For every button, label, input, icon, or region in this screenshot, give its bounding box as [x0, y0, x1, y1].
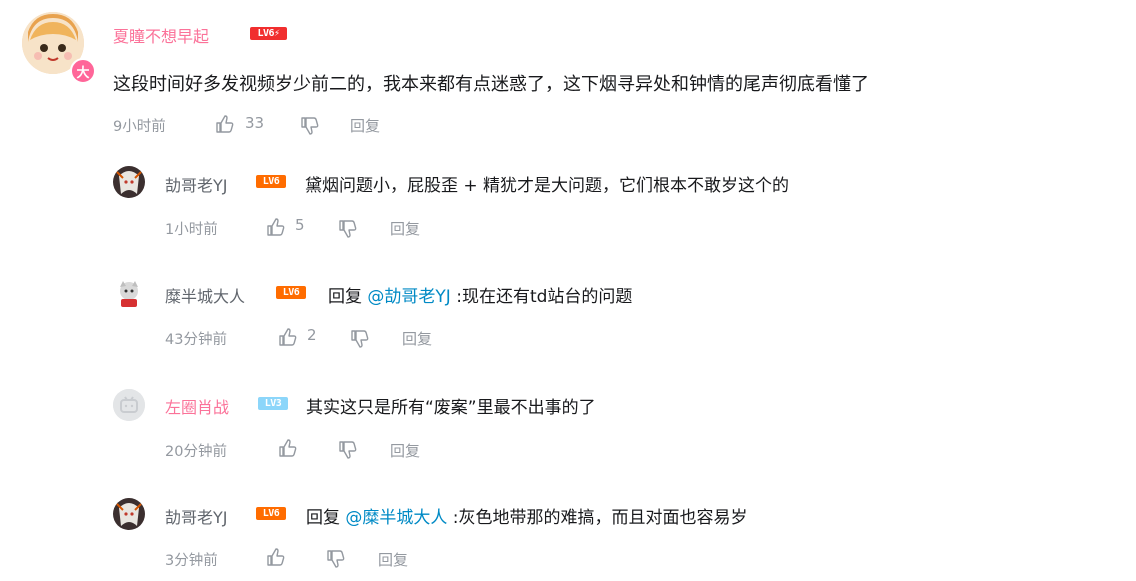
like-icon[interactable] [266, 217, 286, 237]
like-icon[interactable] [266, 547, 286, 567]
username[interactable]: 劼哥老YJ [165, 504, 228, 528]
reply-button[interactable]: 回复 [390, 218, 420, 239]
level-badge: LV6 [256, 175, 286, 188]
level-badge: LV3 [258, 397, 288, 410]
reply-button[interactable]: 回复 [378, 549, 408, 570]
badge: 大 [70, 58, 96, 84]
username[interactable]: 夏瞳不想早起 [113, 23, 209, 47]
reply-button[interactable]: 回复 [350, 115, 380, 136]
like-icon[interactable] [278, 438, 298, 458]
like-count: 33 [245, 114, 265, 132]
username[interactable]: 左圈肖战 [165, 394, 229, 418]
reply-button[interactable]: 回复 [390, 440, 420, 461]
avatar[interactable] [113, 277, 145, 309]
like-icon[interactable] [215, 114, 235, 134]
comment-text: 其实这只是所有“废案”里最不出事的了 [306, 398, 596, 418]
level-badge: LV6 [256, 507, 286, 520]
comment-text: 回复 @劼哥老YJ :现在还有td站台的问题 [328, 287, 633, 307]
avatar[interactable] [113, 389, 145, 421]
comment-text: 黛烟问题小，屁股歪 + 精犹才是大问题，它们根本不敢岁这个的 [305, 176, 790, 196]
dislike-icon[interactable] [350, 329, 370, 349]
mention-link[interactable]: @劼哥老YJ [367, 287, 450, 307]
username[interactable]: 糜半城大人 [165, 283, 245, 307]
comment-text: 这段时间好多发视频岁少前二的，我本来都有点迷惑了，这下烟寻异处和钟情的尾声彻底看… [113, 74, 869, 95]
level-badge: LV6⚡ [250, 27, 287, 40]
like-count: 5 [295, 216, 305, 234]
timestamp: 3分钟前 [165, 553, 218, 569]
timestamp: 9小时前 [113, 119, 166, 135]
like-count: 2 [307, 326, 317, 344]
dislike-icon[interactable] [300, 116, 320, 136]
mention-link[interactable]: @糜半城大人 [345, 508, 447, 528]
dislike-icon[interactable] [338, 440, 358, 460]
dislike-icon[interactable] [338, 219, 358, 239]
avatar[interactable] [113, 498, 145, 530]
username[interactable]: 劼哥老YJ [165, 172, 228, 196]
comment-text: 回复 @糜半城大人 :灰色地带那的难搞，而且对面也容易岁 [306, 508, 748, 528]
dislike-icon[interactable] [326, 549, 346, 569]
avatar[interactable] [113, 166, 145, 198]
reply-button[interactable]: 回复 [402, 328, 432, 349]
timestamp: 43分钟前 [165, 332, 227, 348]
timestamp: 20分钟前 [165, 444, 227, 460]
level-badge: LV6 [276, 286, 306, 299]
like-icon[interactable] [278, 327, 298, 347]
timestamp: 1小时前 [165, 222, 218, 238]
